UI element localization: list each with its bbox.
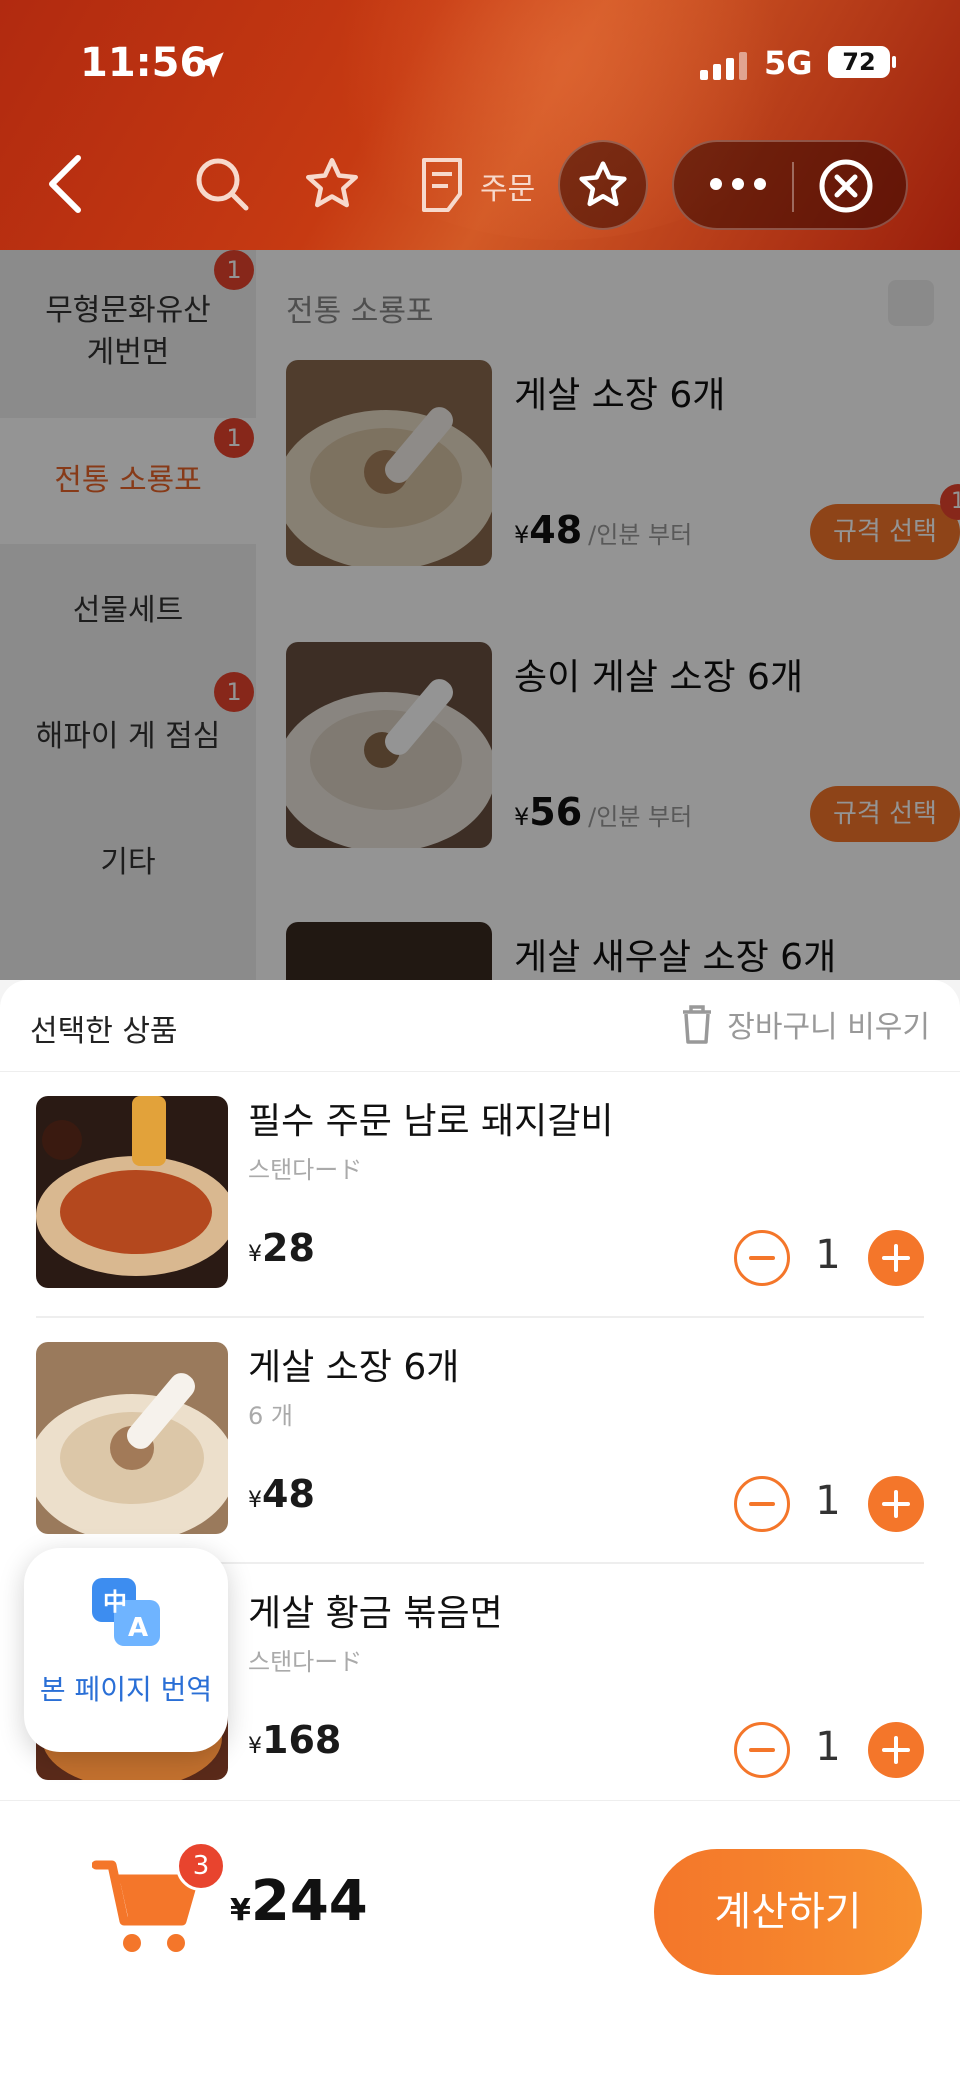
cart-item-image — [36, 1096, 228, 1288]
increase-qty-button[interactable] — [868, 1230, 924, 1286]
decrease-qty-button[interactable] — [734, 1230, 790, 1286]
cart-item-price: ¥168 — [248, 1718, 342, 1762]
battery-indicator: 72 — [828, 46, 896, 78]
cart-item: 필수 주문 남로 돼지갈비 스탠다ード ¥28 1 — [0, 1072, 960, 1318]
cart-item-spec: 스탠다ード — [248, 1156, 363, 1184]
search-icon[interactable] — [192, 154, 252, 214]
clear-cart-button[interactable]: 장바구니 비우기 — [677, 1002, 930, 1046]
translate-label: 본 페이지 번역 — [39, 1673, 213, 1706]
cart-item-spec: 6 개 — [248, 1402, 293, 1430]
decrease-qty-button[interactable] — [734, 1476, 790, 1532]
app-header: 11:56 5G 72 주문 — [0, 0, 960, 250]
checkout-button[interactable]: 계산하기 — [654, 1849, 922, 1975]
cart-item: 게살 소장 6개 6 개 ¥48 1 — [0, 1318, 960, 1564]
bookmark-button[interactable] — [558, 140, 648, 230]
trash-icon — [683, 1005, 712, 1044]
signal-icon — [700, 52, 747, 80]
translate-icon: 中 A — [92, 1578, 160, 1646]
cart-item-name: 게살 황금 볶음면 — [248, 1593, 503, 1634]
clear-cart-label: 장바구니 비우기 — [727, 1010, 930, 1045]
back-icon[interactable] — [44, 152, 88, 216]
svg-text:A: A — [128, 1613, 148, 1643]
capsule-divider — [792, 162, 794, 212]
nav-bar: 주문 — [0, 140, 960, 230]
svg-text:中: 中 — [103, 1588, 127, 1616]
translate-page-button[interactable]: 中 A 본 페이지 번역 — [24, 1548, 228, 1752]
order-list-icon[interactable] — [418, 156, 466, 214]
item-quantity: 1 — [815, 1724, 841, 1770]
cart-item-price: ¥28 — [248, 1226, 315, 1270]
cart-item-price: ¥48 — [248, 1472, 315, 1516]
status-bar: 11:56 5G 72 — [0, 40, 960, 90]
close-icon[interactable] — [818, 158, 874, 214]
cart-item-spec: 스탠다ード — [248, 1648, 363, 1676]
order-label[interactable]: 주문 — [480, 164, 535, 208]
checkout-bar: 3 ¥244 계산하기 — [0, 1800, 960, 2079]
status-time: 11:56 — [80, 40, 208, 86]
cart-item-image — [36, 1342, 228, 1534]
star-icon — [579, 161, 627, 207]
increase-qty-button[interactable] — [868, 1722, 924, 1778]
cart-sheet-header: 선택한 상품 장바구니 비우기 — [0, 980, 960, 1072]
item-quantity: 1 — [815, 1478, 841, 1524]
increase-qty-button[interactable] — [868, 1476, 924, 1532]
dim-overlay[interactable] — [0, 250, 960, 980]
more-icon[interactable] — [710, 178, 766, 190]
cart-count-badge: 3 — [176, 1841, 226, 1891]
decrease-qty-button[interactable] — [734, 1722, 790, 1778]
network-label: 5G — [764, 44, 813, 82]
cart-item-name: 게살 소장 6개 — [248, 1347, 460, 1388]
cart-sheet-title: 선택한 상품 — [30, 1014, 178, 1049]
location-arrow-icon — [198, 52, 224, 78]
miniprogram-capsule — [672, 140, 908, 230]
cart-item-name: 필수 주문 남로 돼지갈비 — [248, 1101, 614, 1142]
favorite-star-icon[interactable] — [302, 154, 362, 214]
cart-total: ¥244 — [230, 1869, 368, 1934]
item-quantity: 1 — [815, 1232, 841, 1278]
